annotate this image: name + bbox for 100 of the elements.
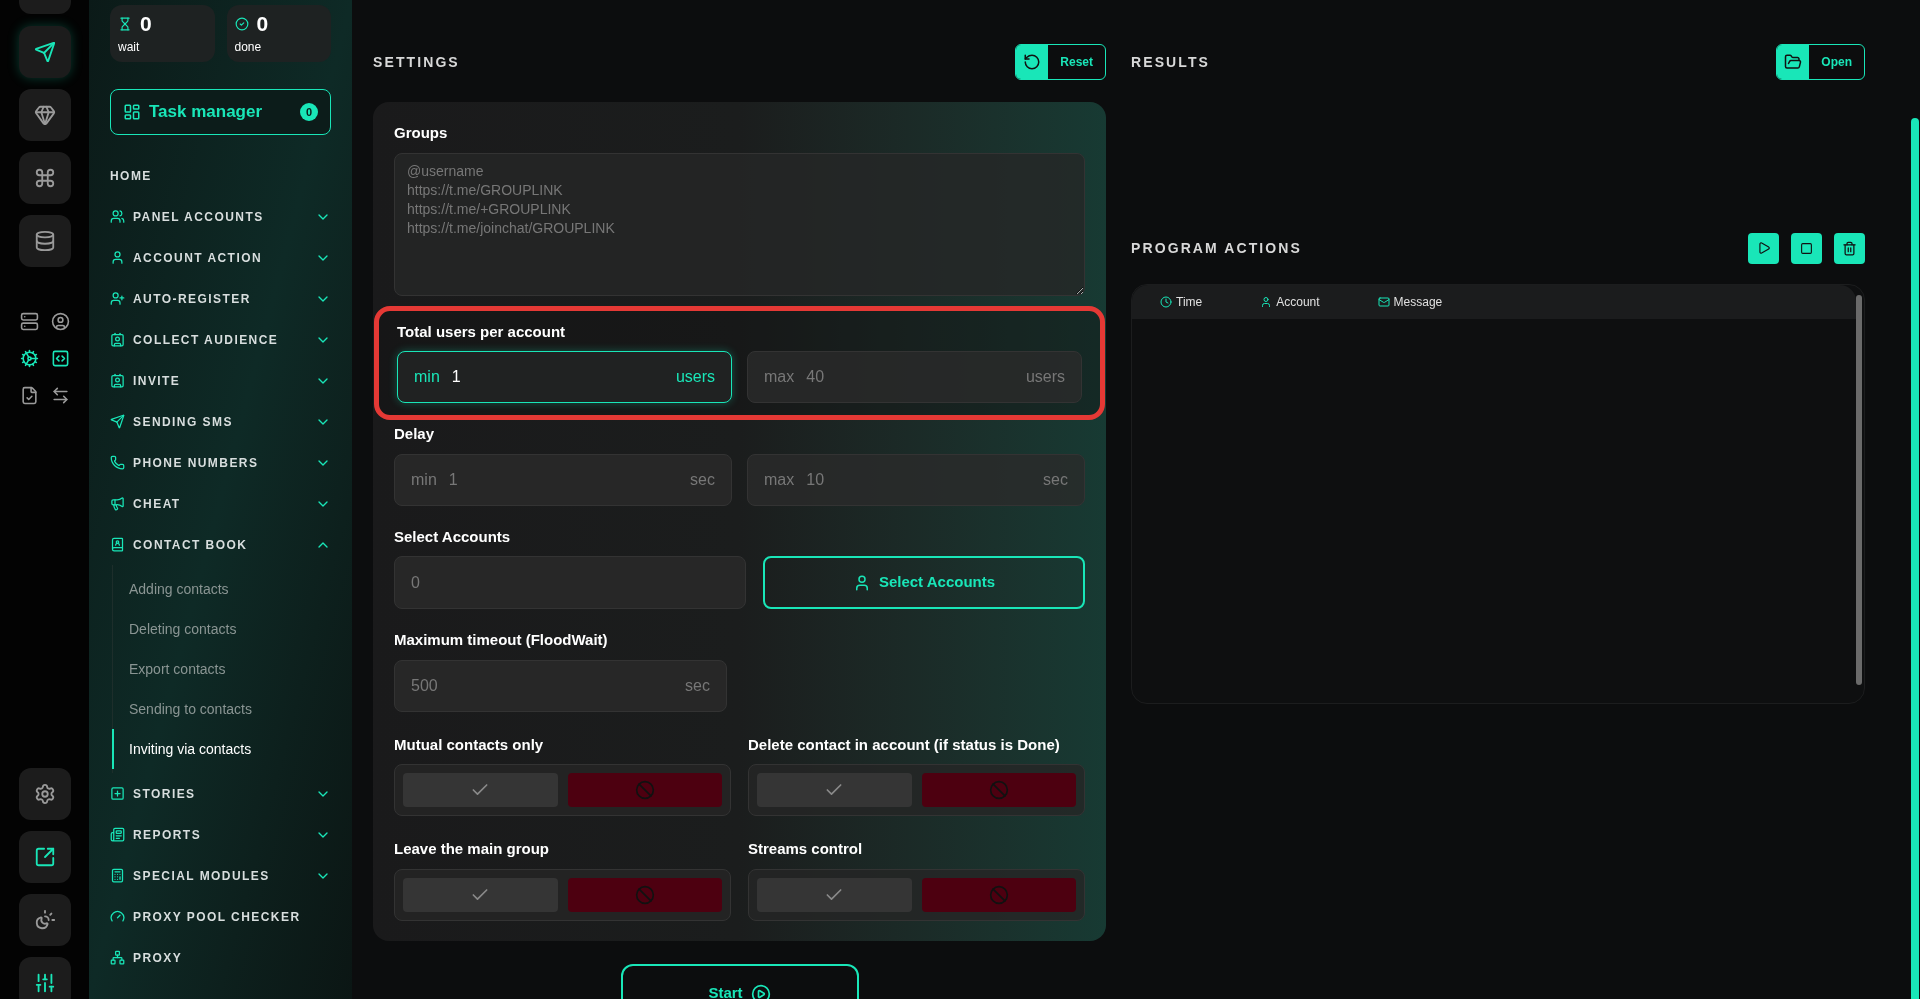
- send-icon: [110, 414, 125, 429]
- hourglass-icon: [118, 16, 132, 31]
- rail-button[interactable]: [18, 768, 71, 820]
- stat-value: 0: [140, 13, 152, 34]
- select-accounts-button[interactable]: Select Accounts: [763, 556, 1085, 609]
- menu-item[interactable]: PROXY: [110, 937, 331, 978]
- clock-icon: [1160, 296, 1172, 308]
- submenu-item[interactable]: Deleting contacts: [112, 609, 330, 649]
- diamond-icon: [33, 104, 56, 126]
- field-value: 500: [411, 675, 438, 696]
- menu-item[interactable]: STORIES: [110, 773, 331, 814]
- column-header: Time: [1160, 293, 1203, 311]
- menu-item[interactable]: COLLECT AUDIENCE: [110, 319, 331, 360]
- user-icon: [1260, 296, 1273, 308]
- user-plus-icon: [110, 291, 125, 306]
- menu-item[interactable]: SPECIAL MODULES: [110, 855, 331, 896]
- rail-button[interactable]: [18, 26, 71, 78]
- field-label: Streams control: [748, 839, 864, 859]
- database-icon: [33, 230, 56, 252]
- column-header: Message: [1377, 293, 1443, 311]
- stat-value: 0: [256, 13, 269, 34]
- groups-textarea[interactable]: @username https://t.me/GROUPLINK https://t.me/+GROUPLINK https://t.me/joinchat/GROUPLINK: [394, 152, 1085, 296]
- server-icon[interactable]: [19, 312, 39, 331]
- task-manager-button[interactable]: Task manager 0: [110, 89, 331, 135]
- stop-button[interactable]: [1791, 232, 1822, 264]
- section-title: SETTINGS: [373, 52, 460, 72]
- stat-label: wait: [118, 39, 141, 56]
- menu-item[interactable]: HOME: [110, 155, 331, 196]
- rail-button[interactable]: [18, 89, 71, 141]
- rail-button[interactable]: [18, 957, 71, 999]
- field-label: Mutual contacts only: [394, 734, 545, 755]
- submenu-item[interactable]: Export contacts: [112, 649, 330, 689]
- megaphone-icon: [110, 496, 125, 511]
- field-prefix: min: [411, 469, 437, 490]
- rail-button[interactable]: [18, 894, 71, 946]
- field-unit: users: [675, 367, 715, 387]
- contact-icon: [110, 373, 125, 388]
- stat-label: done: [234, 39, 263, 56]
- range-field[interactable]: min 1 users: [397, 351, 732, 403]
- ban-icon: [988, 884, 1009, 905]
- phone-icon: [110, 455, 125, 470]
- start-button[interactable]: Start: [620, 963, 859, 999]
- page-scrollbar[interactable]: [1911, 118, 1919, 999]
- field-unit: sec: [685, 675, 710, 696]
- code-icon[interactable]: [50, 349, 70, 368]
- send-icon: [33, 41, 56, 63]
- field-label: Select Accounts: [394, 526, 512, 547]
- user-icon[interactable]: [50, 312, 70, 331]
- field-label: Leave the main group: [394, 839, 551, 859]
- sliders-icon: [33, 972, 56, 994]
- field-label: Groups: [394, 123, 449, 143]
- calculator-icon: [110, 868, 125, 883]
- menu-item[interactable]: PANEL ACCOUNTS: [110, 196, 331, 237]
- reset-button[interactable]: Reset: [1015, 44, 1106, 80]
- menu-item[interactable]: PHONE NUMBERS: [110, 442, 331, 483]
- stop-icon: [1800, 241, 1813, 255]
- rail-button[interactable]: [18, 831, 71, 883]
- play-icon: [1756, 241, 1771, 255]
- delete-button[interactable]: [1834, 232, 1865, 264]
- rail-button[interactable]: [18, 215, 71, 267]
- menu-item[interactable]: CONTACT BOOK: [110, 524, 331, 565]
- rail-button[interactable]: [18, 152, 71, 204]
- settings-icon: [33, 783, 56, 805]
- section-title: PROGRAM ACTIONS: [1131, 238, 1302, 258]
- submenu-item[interactable]: Inviting via contacts: [112, 729, 330, 769]
- book-icon: [110, 537, 125, 552]
- submenu-item[interactable]: Sending to contacts: [112, 689, 330, 729]
- external-link-icon: [33, 846, 56, 868]
- menu-item[interactable]: REPORTS: [110, 814, 331, 855]
- swap-icon[interactable]: [50, 386, 70, 405]
- menu-item[interactable]: AUTO-REGISTER: [110, 278, 331, 319]
- play-button[interactable]: [1748, 232, 1779, 264]
- open-button[interactable]: Open: [1776, 44, 1865, 80]
- menu-item[interactable]: CHEAT: [110, 483, 331, 524]
- field-value: 1: [448, 469, 458, 490]
- trash-icon: [1842, 240, 1857, 256]
- ban-icon: [634, 884, 655, 905]
- field-label: Delay: [394, 424, 436, 444]
- menu-item[interactable]: ACCOUNT ACTION: [110, 237, 331, 278]
- field-unit: sec: [1043, 469, 1068, 490]
- field-value: 10: [806, 469, 825, 490]
- mail-icon: [1377, 296, 1390, 308]
- column-header: Account: [1260, 293, 1320, 311]
- field-prefix: min: [414, 367, 440, 387]
- field-prefix: max: [764, 469, 795, 490]
- contact-icon: [110, 332, 125, 347]
- sun-moon-icon: [33, 909, 56, 931]
- field-unit: users: [1025, 367, 1065, 387]
- field-value: 1: [451, 367, 461, 387]
- menu-item[interactable]: SENDING SMS: [110, 401, 331, 442]
- menu-item[interactable]: INVITE: [110, 360, 331, 401]
- gear-icon[interactable]: [19, 349, 39, 368]
- command-icon: [33, 167, 56, 189]
- gauge-icon: [110, 909, 125, 924]
- plus-square-icon: [110, 786, 125, 801]
- newspaper-icon: [110, 827, 125, 842]
- submenu-item[interactable]: Adding contacts: [112, 569, 330, 609]
- count-badge: 0: [300, 103, 318, 121]
- file-check-icon[interactable]: [19, 386, 39, 405]
- menu-item[interactable]: PROXY POOL CHECKER: [110, 896, 331, 937]
